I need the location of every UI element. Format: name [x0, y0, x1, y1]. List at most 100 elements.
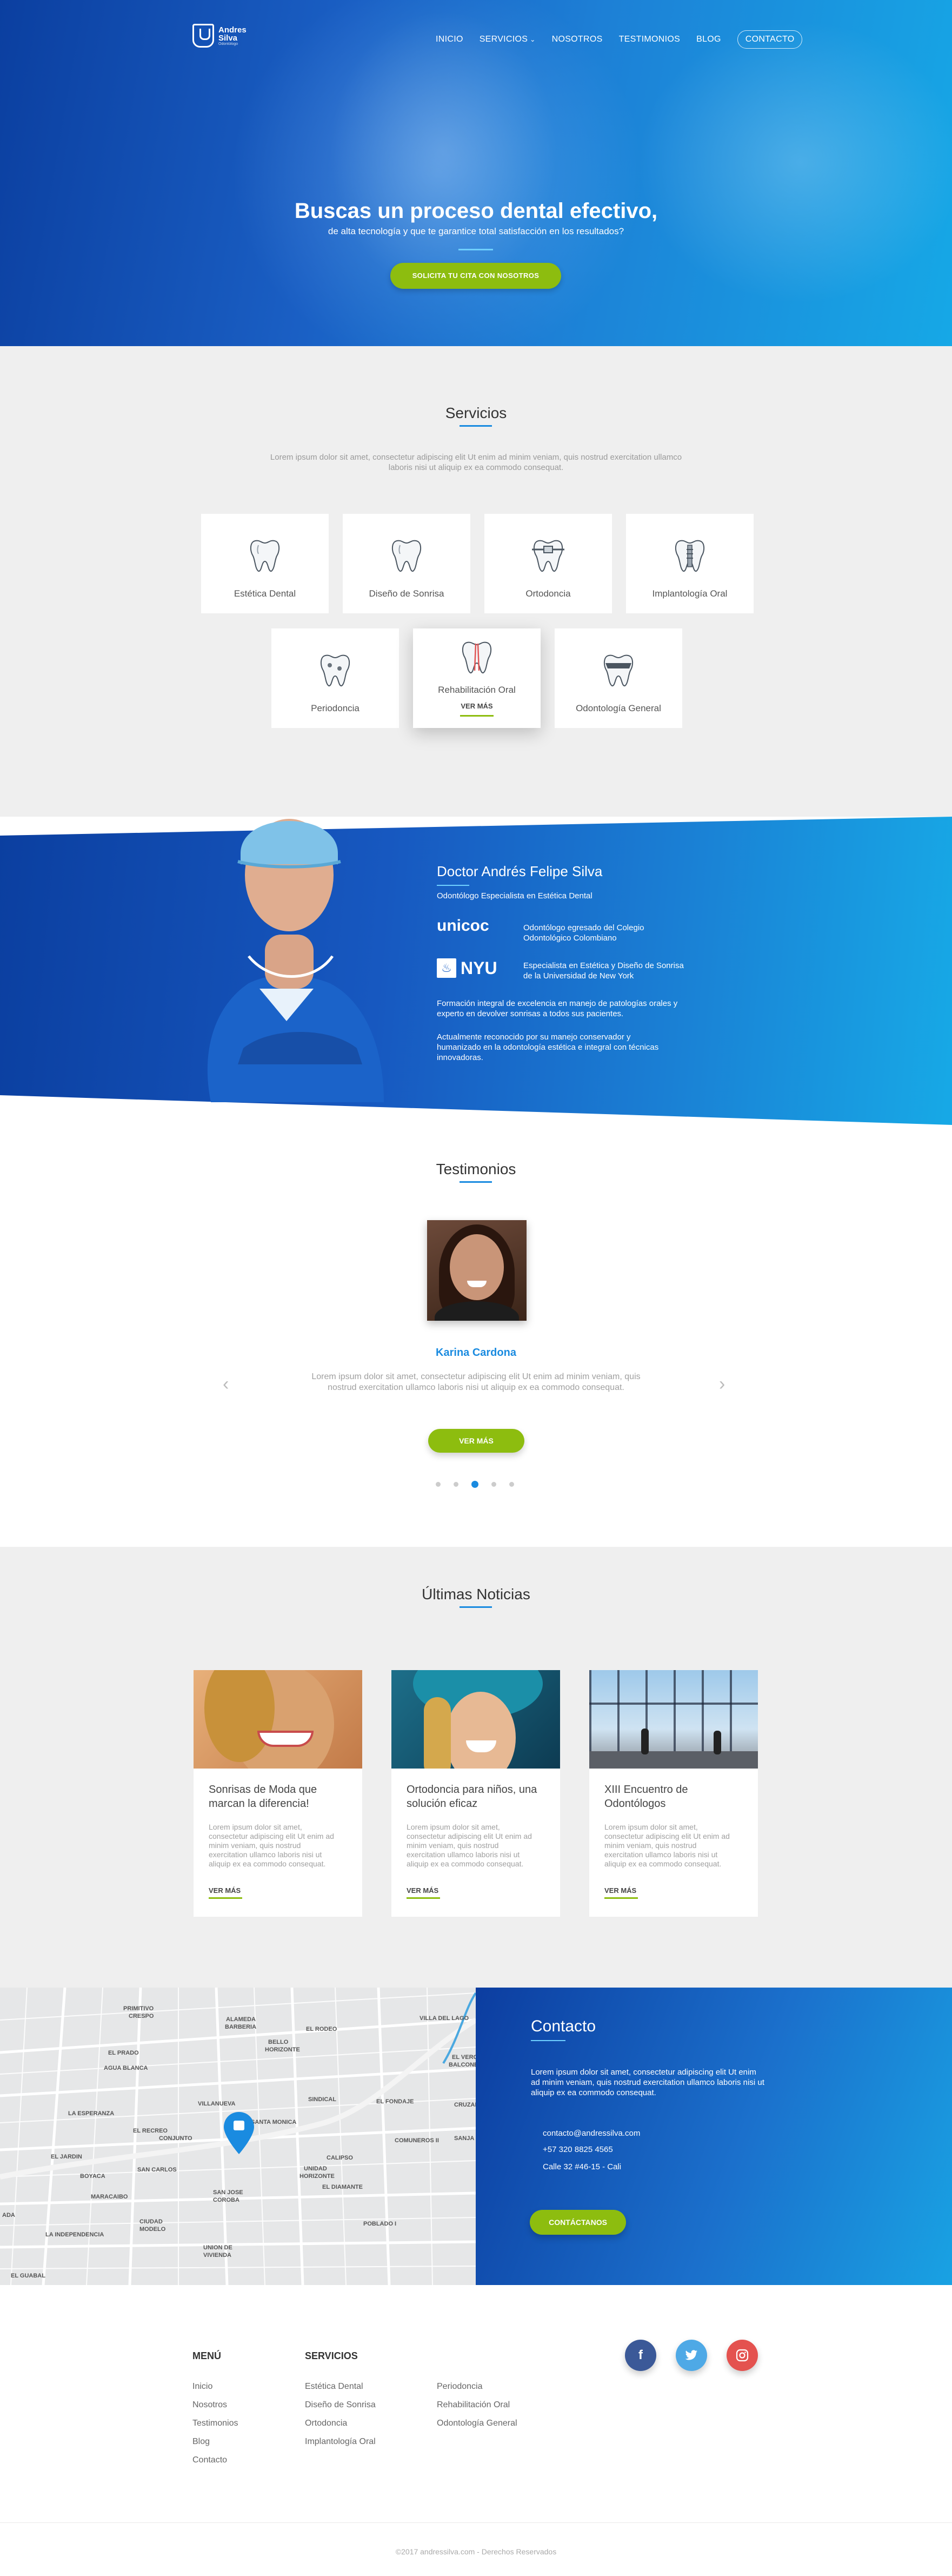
excerpt-line: exercitation ullamco laboris nisi ut [209, 1850, 322, 1859]
service-card-estetica[interactable]: Estética Dental [201, 514, 329, 613]
nyu-torch-icon: ♨ [437, 958, 456, 978]
excerpt-line: minim veniam, quis nostrud [604, 1841, 697, 1850]
service-card-ortodoncia[interactable]: Ortodoncia [484, 514, 612, 613]
service-card-odontologia-general[interactable]: Odontología General [555, 628, 682, 728]
doctor-p2-line1: Actualmente reconocido por su manejo con… [437, 1032, 631, 1042]
nyu-line2: de la Universidad de New York [523, 971, 634, 981]
news-card[interactable]: Ortodoncia para niños, una solución efic… [391, 1670, 560, 1917]
map-label: EL RODEO [306, 2026, 337, 2032]
map-label: SINDICAL [308, 2096, 336, 2103]
news-title-line2: solución eficaz [407, 1798, 478, 1810]
news-card[interactable]: Sonrisas de Moda que marcan la diferenci… [194, 1670, 362, 1917]
ver-mas-link[interactable]: VER MÁS [209, 1886, 241, 1895]
footer-link-service[interactable]: Implantología Oral [305, 2437, 376, 2447]
location-map[interactable]: PRIMITIVO CRESPO ALAMEDA BARBERIA EL ROD… [0, 1988, 476, 2285]
map-label: ALAMEDA [226, 2016, 256, 2023]
service-card-rehabilitacion[interactable]: Rehabilitación Oral VER MÁS [413, 628, 541, 728]
map-label: BELLO [268, 2039, 289, 2045]
footer-link-testimonios[interactable]: Testimonios [192, 2419, 238, 2428]
logo-shield-icon [192, 24, 214, 48]
carousel-dot[interactable] [509, 1482, 514, 1487]
doctor-paragraph-1: Formación integral de excelencia en mane… [437, 998, 718, 1019]
footer-link-service[interactable]: Odontología General [437, 2419, 517, 2428]
nav-contacto-button[interactable]: CONTACTO [737, 30, 803, 49]
ver-mas-underline [209, 1897, 242, 1899]
logo-subtitle: Odontólogo [218, 42, 238, 46]
service-label: Ortodoncia [525, 588, 571, 599]
twitter-icon[interactable] [676, 2340, 707, 2371]
hero-title: Buscas un proceso dental efectivo, [294, 199, 658, 223]
main-nav: INICIO SERVICIOS ⌄ NOSOTROS TESTIMONIOS B… [436, 30, 803, 49]
news-card[interactable]: XIII Encuentro de Odontólogos Lorem ipsu… [589, 1670, 758, 1917]
excerpt-line: minim veniam, quis nostrud [209, 1841, 301, 1850]
footer-link-service[interactable]: Estética Dental [305, 2382, 363, 2392]
nav-inicio[interactable]: INICIO [436, 35, 463, 44]
news-title: Últimas Noticias [422, 1586, 530, 1602]
doctor-name: Doctor Andrés Felipe Silva [437, 863, 603, 879]
facebook-icon[interactable]: f [625, 2340, 656, 2371]
site-logo[interactable]: Andres Silva Odontólogo [192, 24, 247, 48]
footer-link-service[interactable]: Periodoncia [437, 2382, 483, 2392]
next-arrow-icon[interactable]: › [719, 1375, 725, 1393]
testimonials-title: Testimonios [436, 1161, 516, 1177]
footer-link-contacto[interactable]: Contacto [192, 2455, 227, 2465]
footer-link-service[interactable]: Diseño de Sonrisa [305, 2400, 376, 2410]
news-title-line2: Odontólogos [604, 1798, 666, 1810]
carousel-dot-active[interactable] [471, 1481, 478, 1488]
excerpt-line: aliquip ex ea commodo consequat. [407, 1859, 524, 1868]
hero-divider [458, 249, 493, 250]
service-card-periodoncia[interactable]: Periodoncia [271, 628, 399, 728]
excerpt-line: Lorem ipsum dolor sit amet, [604, 1823, 698, 1831]
hero-cta-button[interactable]: SOLICITA TU CITA CON NOSOTROS [390, 263, 561, 289]
footer-link-service[interactable]: Rehabilitación Oral [437, 2400, 510, 2410]
unicoc-line2: Odontológico Colombiano [523, 933, 617, 943]
nyu-logo-text: NYU [461, 958, 497, 978]
map-label: VILLA DEL LAGO [420, 2015, 469, 2022]
carousel-dot[interactable] [436, 1482, 441, 1487]
nav-nosotros[interactable]: NOSOTROS [552, 35, 603, 44]
footer-link-nosotros[interactable]: Nosotros [192, 2400, 227, 2410]
instagram-icon[interactable] [727, 2340, 758, 2371]
services-divider [460, 425, 492, 427]
carousel-dot[interactable] [491, 1482, 496, 1487]
nav-servicios[interactable]: SERVICIOS ⌄ [480, 35, 536, 44]
service-card-implantologia[interactable]: Implantología Oral [626, 514, 754, 613]
news-title: Sonrisas de Moda que marcan la diferenci… [209, 1783, 349, 1811]
doctor-paragraph-2: Actualmente reconocido por su manejo con… [437, 1032, 718, 1063]
contact-divider [531, 2040, 565, 2041]
testimonial-text-line2: nostrud exercitation ullamco laboris nis… [328, 1383, 624, 1392]
crown-tooth-icon [603, 654, 634, 687]
contact-text: Lorem ipsum dolor sit amet, consectetur … [531, 2067, 780, 2098]
testimonial-ver-mas-button[interactable]: VER MÁS [428, 1429, 524, 1453]
footer-link-service[interactable]: Ortodoncia [305, 2419, 347, 2428]
footer-divider [0, 2522, 952, 2523]
doctor-p2-line3: innovadoras. [437, 1053, 483, 1062]
services-title: Servicios [445, 405, 507, 421]
ver-mas-link[interactable]: VER MÁS [604, 1886, 636, 1895]
root-canal-tooth-icon [462, 641, 492, 674]
map-label: CIUDAD [139, 2219, 163, 2225]
map-label: HORIZONTE [299, 2173, 335, 2180]
footer-link-blog[interactable]: Blog [192, 2437, 210, 2447]
map-label: SANJA [454, 2135, 474, 2142]
carousel-dot[interactable] [454, 1482, 458, 1487]
news-title: XIII Encuentro de Odontólogos [604, 1783, 745, 1811]
nav-blog[interactable]: BLOG [696, 35, 721, 44]
ver-mas-link[interactable]: VER MÁS [407, 1886, 438, 1895]
footer-link-inicio[interactable]: Inicio [192, 2382, 212, 2392]
prev-arrow-icon[interactable]: ‹ [223, 1375, 229, 1393]
nyu-logo: ♨ NYU [437, 958, 497, 978]
contact-button[interactable]: CONTÁCTANOS [530, 2210, 626, 2235]
services-text-line1: Lorem ipsum dolor sit amet, consectetur … [270, 453, 682, 462]
map-label: UNIDAD [304, 2166, 327, 2172]
photo-person [714, 1731, 721, 1754]
contact-phone[interactable]: +57 320 8825 4565 [543, 2145, 613, 2154]
service-card-diseno[interactable]: Diseño de Sonrisa [343, 514, 470, 613]
map-label: AGUA BLANCA [104, 2065, 148, 2071]
news-title-line1: XIII Encuentro de [604, 1784, 688, 1796]
map-label: SANTA MONICA [251, 2119, 296, 2125]
ver-mas-link[interactable]: VER MÁS [413, 702, 541, 710]
nav-testimonios[interactable]: TESTIMONIOS [619, 35, 681, 44]
contact-email[interactable]: contacto@andressilva.com [543, 2129, 640, 2138]
excerpt-line: exercitation ullamco laboris nisi ut [407, 1850, 520, 1859]
